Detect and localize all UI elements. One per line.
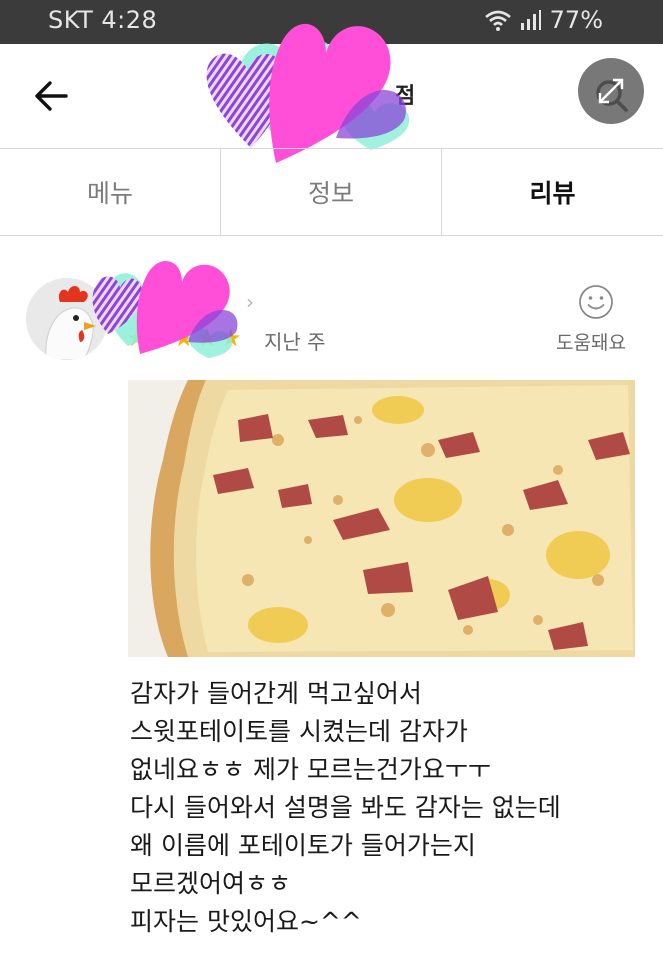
star-icon: ★ xyxy=(126,324,148,352)
avatar[interactable] xyxy=(26,278,108,360)
review-line: 모르겠어여ㅎㅎ xyxy=(130,869,292,898)
back-button[interactable] xyxy=(28,74,76,118)
review-line: 스윗포테이토를 시켰는데 감자가 xyxy=(130,717,468,746)
review-body: 감자가 들어간게 먹고싶어서 스윗포테이토를 시켰는데 감자가 없네요ㅎㅎ 제가… xyxy=(130,675,650,941)
star-icon: ★ xyxy=(149,324,172,352)
helpful-button[interactable]: 도움돼요 xyxy=(552,284,640,354)
app-header: 점 xyxy=(0,44,663,148)
chicken-avatar-icon xyxy=(26,278,108,360)
tab-bar: 메뉴 정보 리뷰 xyxy=(0,148,663,236)
chevron-right-icon: › xyxy=(246,290,254,314)
tab-menu[interactable]: 메뉴 xyxy=(0,149,221,235)
review-line: 왜 이름에 포테이토가 들어가는지 xyxy=(130,831,476,860)
battery-level: 77% xyxy=(549,6,603,34)
smile-icon xyxy=(579,285,613,319)
review-line: 다시 들어와서 설명을 봐도 감자는 없는데 xyxy=(130,793,561,822)
star-icon: ★ xyxy=(173,324,195,352)
status-bar: SKT 4:28 77% xyxy=(0,0,663,44)
tab-reviews[interactable]: 리뷰 xyxy=(442,149,663,235)
status-icons: 77% xyxy=(484,6,603,34)
pizza-image xyxy=(128,380,635,657)
rating-stars: ★ ★ ★ ★ ★ xyxy=(126,324,242,352)
expand-icon xyxy=(598,78,624,104)
page-title: 점 xyxy=(395,84,416,109)
star-icon: ★ xyxy=(220,324,242,352)
star-icon: ★ xyxy=(196,324,219,352)
review-date: 지난 주 xyxy=(264,330,326,354)
arrow-left-icon xyxy=(35,81,68,111)
tab-info[interactable]: 정보 xyxy=(221,149,442,235)
review-photo[interactable] xyxy=(128,380,635,657)
helpful-label: 도움돼요 xyxy=(556,332,626,354)
review-line: 피자는 맛있어요~^^ xyxy=(130,907,362,936)
expand-button[interactable] xyxy=(578,58,644,124)
signal-icon xyxy=(520,10,541,30)
wifi-icon xyxy=(484,10,511,31)
carrier-time: SKT 4:28 xyxy=(48,6,158,34)
review-line: 감자가 들어간게 먹고싶어서 xyxy=(130,679,422,708)
review-line: 없네요ㅎㅎ 제가 모르는건가요ㅜㅜ xyxy=(130,755,491,784)
